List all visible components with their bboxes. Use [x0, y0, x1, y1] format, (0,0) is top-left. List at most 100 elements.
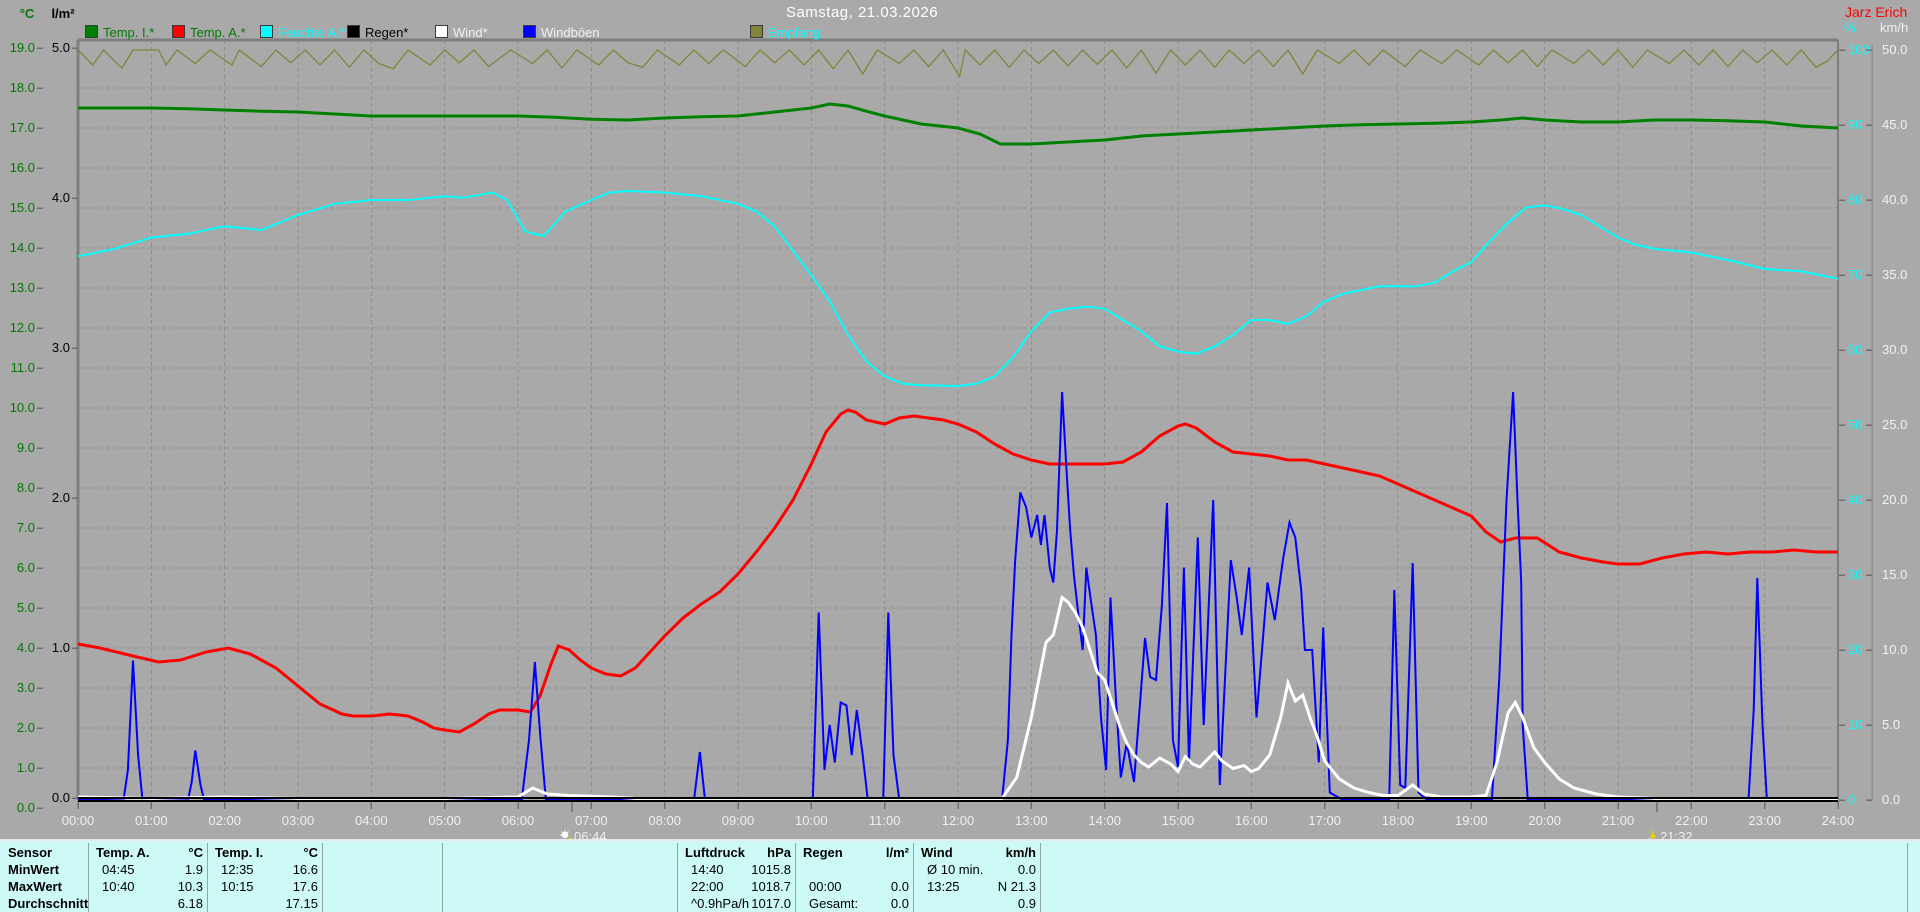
axis-pct-tick-label: 60 [1848, 342, 1862, 357]
axis-lm2-tick-label: 5.0 [52, 40, 70, 55]
x-tick-label: 18:00 [1382, 813, 1415, 828]
legend-item-empfang[interactable]: Empfang [750, 25, 820, 40]
axis-c-tick-label: 15.0 [10, 200, 35, 215]
table-group-unit: hPa [767, 845, 791, 860]
table-value: 10.3 [177, 879, 203, 894]
table-value: 17.15 [285, 896, 318, 911]
legend-item-tempi[interactable]: Temp. I.* [85, 25, 155, 40]
x-tick-label: 21:00 [1602, 813, 1635, 828]
axis-pct-tick-label: 30 [1848, 567, 1862, 582]
axis-pct-tick-label: 50 [1848, 417, 1862, 432]
axis-c-tick-label: 2.0 [17, 720, 35, 735]
legend-swatch [172, 25, 185, 38]
legend-swatch [523, 25, 536, 38]
legend-label: Wind* [453, 25, 488, 40]
legend-label: Windböen [541, 25, 600, 40]
axis-c: 0.0 1.0 2.0 3.0 4.0 5.0 6.0 7.0 8.0 9.0 10.0 11.0 12… [10, 40, 43, 815]
legend-swatch [347, 25, 360, 38]
axis-kmh-tick-label: 5.0 [1882, 717, 1900, 732]
axis-pct-tick-label: 70 [1848, 267, 1862, 282]
table-row-label: MaxWert [8, 879, 62, 894]
x-tick-label: 16:00 [1235, 813, 1268, 828]
axis-pct-tick-label: 90 [1848, 117, 1862, 132]
plot-border [76, 38, 1873, 800]
table-separator [207, 843, 208, 912]
legend-label: Feuchte A.* [278, 25, 346, 40]
table-row-label: Durchschnitt [8, 896, 89, 911]
legend-item-regen[interactable]: Regen* [347, 25, 409, 40]
axis-c-tick-label: 10.0 [10, 400, 35, 415]
left-axis-unit-celsius: °C [19, 6, 35, 21]
table-separator [322, 843, 323, 912]
axis-lm2-tick-label: 0.0 [52, 790, 70, 805]
axis-lm2-tick-label: 2.0 [52, 490, 70, 505]
legend-swatch [85, 25, 98, 38]
x-tick-label: 13:00 [1015, 813, 1048, 828]
weather-chart: 0.0 1.0 2.0 3.0 4.0 5.0 6.0 7.0 8.0 9.0 10.0 11.0 12… [10, 38, 1907, 828]
axis-kmh-tick-label: 0.0 [1882, 792, 1900, 807]
axis-c-tick-label: 8.0 [17, 480, 35, 495]
table-separator [795, 843, 796, 912]
legend-label: Regen* [365, 25, 409, 40]
table-value: 1018.7 [751, 879, 791, 894]
x-tick-label: 14:00 [1088, 813, 1121, 828]
x-tick-label: 09:00 [722, 813, 755, 828]
legend-item-windböen[interactable]: Windböen [523, 25, 600, 40]
x-tick-label: 17:00 [1308, 813, 1341, 828]
x-tick-label: 11:00 [869, 813, 901, 828]
table-value: 1.9 [184, 862, 203, 877]
table-group-unit: °C [303, 845, 318, 860]
axis-c-tick-label: 9.0 [17, 440, 35, 455]
legend-label: Temp. A.* [190, 25, 246, 40]
x-axis: 00:00 01:00 02:00 03:00 04:00 05:00 06:00 07:00… [62, 798, 1854, 828]
axis-c-tick-label: 13.0 [10, 280, 35, 295]
x-tick-label: 00:00 [62, 813, 95, 828]
axis-pct-tick-label: 40 [1848, 492, 1862, 507]
axis-c-tick-label: 12.0 [10, 320, 35, 335]
axis-kmh-tick-label: 15.0 [1882, 567, 1907, 582]
axis-c-tick-label: 4.0 [17, 640, 35, 655]
axis-pct: 0102030405060708090100 [1839, 42, 1870, 807]
axis-kmh-tick-label: 25.0 [1882, 417, 1907, 432]
axis-pct-tick-label: 80 [1848, 192, 1862, 207]
table-separator [1040, 843, 1041, 912]
axis-c-tick-label: 19.0 [10, 40, 35, 55]
axis-kmh-tick-label: 50.0 [1882, 42, 1907, 57]
axis-kmh-tick-label: 40.0 [1882, 192, 1907, 207]
x-tick-label: 10:00 [795, 813, 828, 828]
axis-lm2-tick-label: 4.0 [52, 190, 70, 205]
table-separator [1907, 843, 1908, 912]
table-group-unit: km/h [1005, 845, 1036, 860]
legend-item-feuchtea[interactable]: Feuchte A.* [260, 25, 346, 40]
axis-kmh-tick-label: 35.0 [1882, 267, 1907, 282]
x-tick-label: 15:00 [1162, 813, 1195, 828]
gridlines [78, 40, 1838, 800]
right-axis-unit-wind: km/h [1880, 20, 1909, 35]
legend-item-wind[interactable]: Wind* [435, 25, 488, 40]
axis-kmh-tick-label: 30.0 [1882, 342, 1907, 357]
statistics-table: Sensor MinWert MaxWert Durchschnitt Temp. A.… [0, 839, 1920, 912]
axis-c-tick-label: 11.0 [11, 360, 35, 375]
page-title: Samstag, 21.03.2026 [785, 4, 939, 21]
legend-swatch [750, 25, 763, 38]
series-temp_a [77, 408, 1838, 734]
axis-lm2-tick-label: 1.0 [52, 640, 70, 655]
table-separator [677, 843, 678, 912]
x-tick-label: 04:00 [355, 813, 388, 828]
axis-pct-tick-label: 20 [1848, 642, 1862, 657]
legend-label: Temp. I.* [103, 25, 155, 40]
legend-item-tempa[interactable]: Temp. A.* [172, 25, 246, 40]
table-separator [913, 843, 914, 912]
table-group-unit: l/m² [885, 845, 909, 860]
x-tick-label: 03:00 [282, 813, 315, 828]
x-tick-label: 22:00 [1675, 813, 1708, 828]
table-row-label: Sensor [8, 845, 53, 860]
weather-app-window: 0.0 1.0 2.0 3.0 4.0 5.0 6.0 7.0 8.0 9.0 10.0 11.0 12… [0, 0, 1920, 912]
x-tick-label: 05:00 [428, 813, 461, 828]
station-name: Jarz Erich [1845, 4, 1908, 20]
legend-swatch [260, 25, 273, 38]
x-tick-label: 01:00 [135, 813, 168, 828]
table-value: 1015.8 [751, 862, 791, 877]
x-tick-label: 20:00 [1528, 813, 1561, 828]
axis-lm2-tick-label: 3.0 [52, 340, 70, 355]
